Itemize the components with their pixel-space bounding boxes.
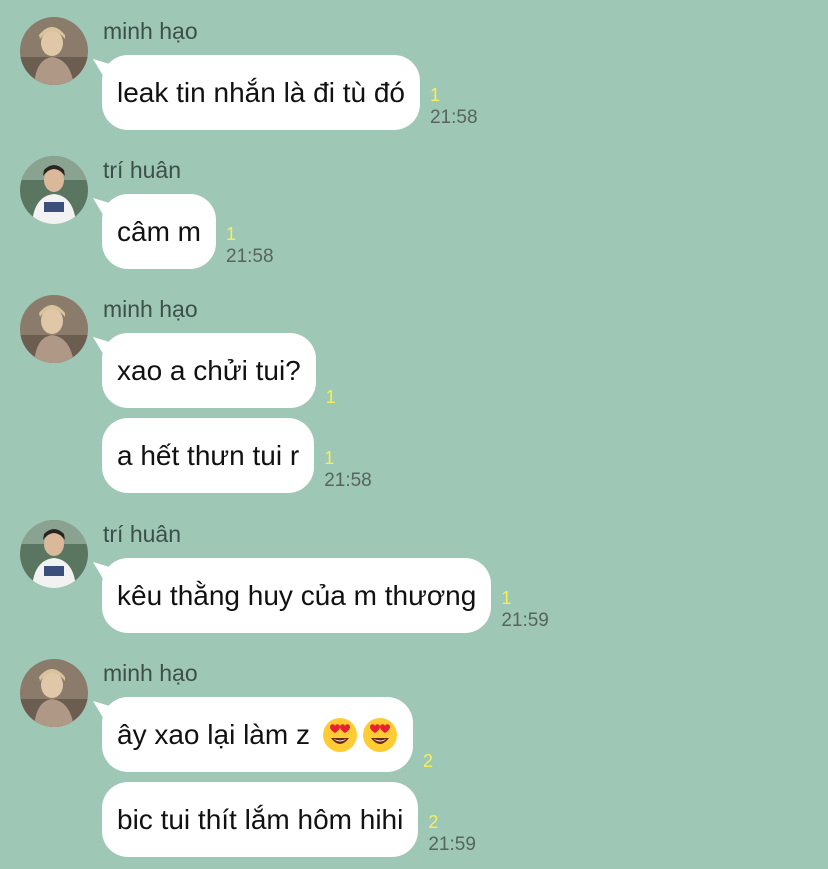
message-meta: 2 21:59 xyxy=(428,812,476,856)
message-text: kêu thằng huy của m thương xyxy=(117,579,477,611)
avatar[interactable] xyxy=(20,520,88,588)
message: leak tin nhắn là đi tù đó 1 21:58 xyxy=(102,55,478,130)
read-count: 2 xyxy=(428,812,439,832)
sender-name: minh hạo xyxy=(103,18,198,44)
message-text: leak tin nhắn là đi tù đó xyxy=(117,76,405,108)
sender-name: trí huân xyxy=(103,521,181,547)
read-count: 1 xyxy=(226,224,237,244)
message-text: ây xao lại làm z xyxy=(117,718,310,750)
message-meta: 1 21:58 xyxy=(324,448,372,492)
message-time: 21:59 xyxy=(428,834,476,855)
chat-thread: minh hạo leak tin nhắn là đi tù đó 1 21:… xyxy=(0,0,828,869)
heart-eyes-emoji-icon xyxy=(362,717,398,753)
message-text: a hết thưn tui r xyxy=(117,439,300,471)
heart-eyes-emoji-icon xyxy=(322,717,358,753)
message-bubble[interactable]: bic tui thít lắm hôm hihi xyxy=(102,782,419,857)
message: kêu thằng huy của m thương 1 21:59 xyxy=(102,558,549,633)
message-time: 21:58 xyxy=(324,470,372,491)
message-bubble[interactable]: kêu thằng huy của m thương xyxy=(102,558,492,633)
message-time: 21:58 xyxy=(226,246,274,267)
sender-name: trí huân xyxy=(103,157,181,183)
message: câm m 1 21:58 xyxy=(102,194,274,269)
read-count: 1 xyxy=(325,387,336,407)
read-count: 1 xyxy=(501,588,512,608)
message-bubble[interactable]: xao a chửi tui? xyxy=(102,333,316,408)
message-bubble[interactable]: leak tin nhắn là đi tù đó xyxy=(102,55,420,130)
message-bubble[interactable]: ây xao lại làm z xyxy=(102,697,413,772)
message-meta: 1 21:58 xyxy=(226,224,274,268)
message: ây xao lại làm z 2 xyxy=(102,697,433,772)
message-text: xao a chửi tui? xyxy=(117,354,301,386)
sender-name: minh hạo xyxy=(103,660,198,686)
avatar[interactable] xyxy=(20,17,88,85)
avatar[interactable] xyxy=(20,295,88,363)
read-count: 2 xyxy=(422,751,433,771)
message: xao a chửi tui? 1 xyxy=(102,333,336,408)
message-time: 21:58 xyxy=(429,107,478,128)
message-text: bic tui thít lắm hôm hihi xyxy=(117,803,404,835)
message-meta: 1 xyxy=(326,387,336,407)
message-meta: 1 21:59 xyxy=(501,588,549,632)
message-bubble[interactable]: câm m xyxy=(102,194,216,269)
message-text: câm m xyxy=(117,215,201,247)
read-count: 1 xyxy=(429,85,440,105)
message: bic tui thít lắm hôm hihi 2 21:59 xyxy=(102,782,476,857)
avatar[interactable] xyxy=(20,659,88,727)
message-meta: 2 xyxy=(423,751,433,771)
message-meta: 1 21:58 xyxy=(430,85,478,129)
message-bubble[interactable]: a hết thưn tui r xyxy=(102,418,315,493)
message: a hết thưn tui r 1 21:58 xyxy=(102,418,372,493)
sender-name: minh hạo xyxy=(103,296,198,322)
message-time: 21:59 xyxy=(501,610,549,631)
avatar[interactable] xyxy=(20,156,88,224)
read-count: 1 xyxy=(324,448,335,468)
